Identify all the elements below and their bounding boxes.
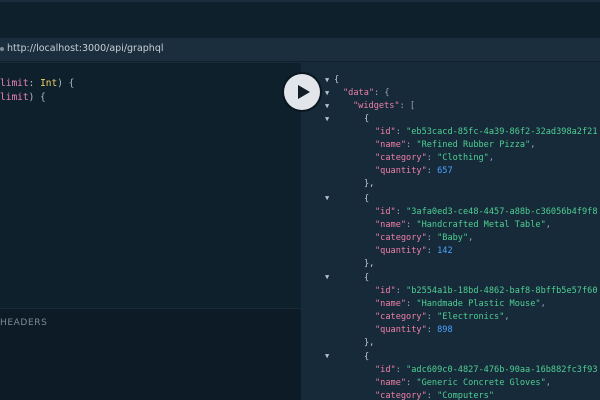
query-line: limit) { (0, 92, 46, 103)
result-line: "name": "Generic Concrete Gloves", (375, 378, 551, 388)
result-line: { (364, 194, 370, 204)
result-line: { (364, 352, 370, 362)
query-editor[interactable]: limit: Int) { limit) { HEADERS (0, 63, 301, 400)
headers-panel[interactable]: HEADERS (0, 308, 301, 400)
collapse-arrow-icon[interactable]: ▼ (325, 76, 333, 86)
result-line: "name": "Refined Rubber Pizza", (375, 140, 536, 150)
run-query-button[interactable] (284, 74, 320, 110)
result-line: "name": "Handmade Plastic Mouse", (375, 299, 546, 309)
top-bar (0, 0, 600, 38)
collapse-arrow-icon[interactable]: ▼ (325, 273, 333, 283)
collapse-arrow-icon[interactable]: ▼ (325, 115, 333, 125)
play-icon (298, 85, 310, 99)
result-line: }, (364, 338, 375, 348)
status-dot-icon (0, 47, 4, 51)
collapse-arrow-icon[interactable]: ▼ (325, 89, 333, 99)
result-line: "data": { (343, 88, 390, 98)
headers-tab[interactable]: HEADERS (0, 318, 47, 328)
result-line: "quantity": 657 (375, 166, 453, 176)
endpoint-url[interactable]: http://localhost:3000/api/graphql (7, 43, 164, 54)
result-line: "category": "Electronics", (375, 312, 510, 322)
result-line: "id": "eb53cacd-85fc-4a39-86f2-32ad398a2… (375, 127, 598, 137)
result-viewer: ▼ { ▼ "data": { ▼ "widgets": [ ▼ { "id":… (301, 63, 600, 400)
result-line: "name": "Handcrafted Metal Table", (375, 220, 551, 230)
result-line: }, (364, 259, 375, 269)
result-line: "id": "3afa0ed3-ce48-4457-a88b-c36056b4f… (375, 207, 598, 217)
result-line: "category": "Baby", (375, 233, 474, 243)
result-line: "category": "Computers" (375, 391, 495, 400)
url-bar[interactable]: http://localhost:3000/api/graphql (0, 38, 600, 62)
result-line: { (364, 114, 370, 124)
collapse-arrow-icon[interactable]: ▼ (325, 102, 333, 112)
result-line: "quantity": 898 (375, 325, 453, 335)
result-line: "quantity": 142 (375, 246, 453, 256)
result-line: }, (364, 179, 375, 189)
result-line: "id": "b2554a1b-18bd-4862-baf8-8bffb5e57… (375, 286, 598, 296)
collapse-arrow-icon[interactable]: ▼ (325, 352, 333, 362)
result-line: { (334, 75, 340, 85)
collapse-arrow-icon[interactable]: ▼ (325, 194, 333, 204)
result-line: "widgets": [ (353, 101, 416, 111)
result-line: "category": "Clothing", (375, 153, 495, 163)
result-line: "id": "adc609c0-4827-476b-90aa-16b882fc3… (375, 365, 598, 375)
query-line: limit: Int) { (0, 78, 75, 89)
result-line: { (364, 273, 370, 283)
